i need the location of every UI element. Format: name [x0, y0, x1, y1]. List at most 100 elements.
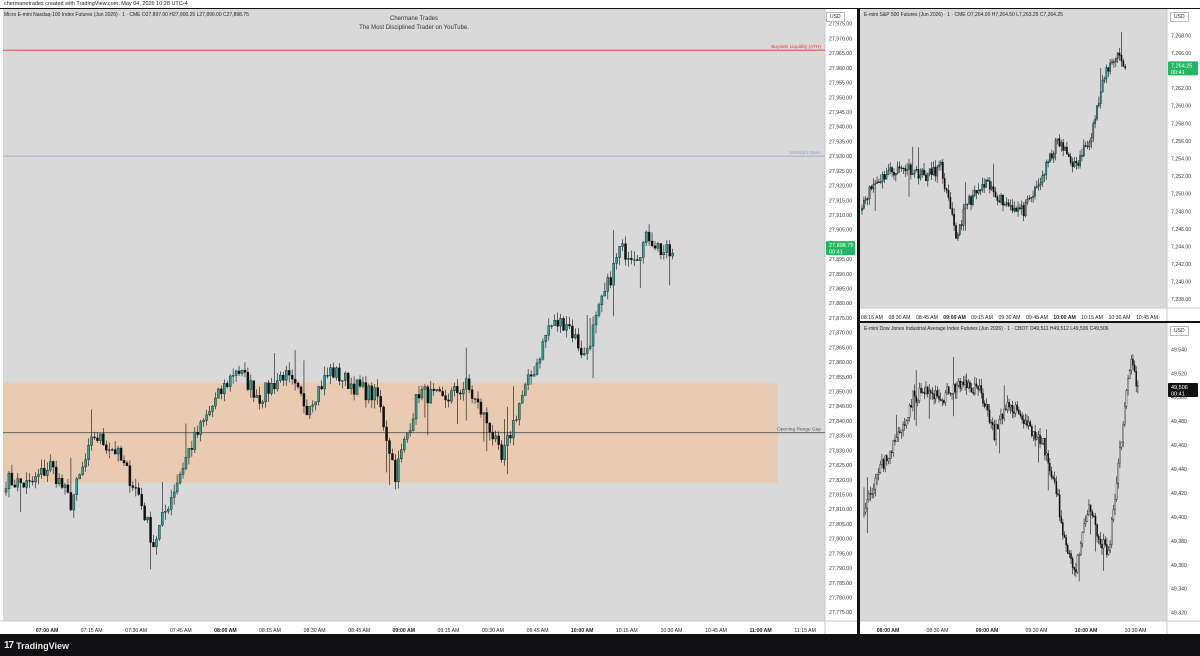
- candle-up: [1004, 203, 1006, 206]
- candle-down: [220, 388, 223, 394]
- candle-up: [234, 370, 238, 376]
- candle-up: [187, 448, 191, 458]
- candle-up: [1088, 141, 1091, 147]
- candle-down: [105, 444, 108, 451]
- candle-up: [896, 166, 899, 174]
- candle-down: [93, 436, 96, 439]
- candle-down: [1107, 67, 1110, 72]
- candle-up: [1041, 175, 1044, 183]
- y-tick-label: 27,955.00: [829, 81, 852, 87]
- candle-up: [270, 383, 273, 394]
- candle-down: [1060, 516, 1063, 523]
- candle-up: [662, 252, 666, 256]
- candle-down: [1019, 207, 1021, 210]
- candle-up: [1124, 406, 1126, 425]
- candle-down: [10, 472, 14, 486]
- y-tick-label: 7,240.00: [1171, 280, 1191, 286]
- candle-up: [4, 488, 8, 493]
- candle-down: [131, 485, 135, 488]
- candle-up: [1049, 153, 1051, 163]
- candle-up: [603, 291, 607, 297]
- x-tick-label: 09:15 AM: [971, 315, 993, 321]
- candle-up: [211, 405, 214, 412]
- x-tick-label: 09:15 AM: [437, 628, 459, 634]
- candle-up: [928, 390, 930, 394]
- y-tick-label: 49,440: [1171, 467, 1187, 473]
- candle-up: [184, 457, 188, 469]
- candle-down: [134, 487, 138, 489]
- candle-down: [870, 186, 873, 190]
- candle-down: [1118, 52, 1121, 56]
- candle-down: [529, 374, 533, 377]
- candle-down: [473, 398, 477, 400]
- y-tick-label: 7,256.00: [1171, 139, 1191, 145]
- candle-up: [547, 325, 551, 336]
- candle-up: [1024, 420, 1027, 425]
- candle-down: [996, 196, 999, 201]
- candle-down: [996, 424, 999, 430]
- nasdaq-currency-badge[interactable]: USD: [826, 12, 845, 22]
- candle-up: [906, 169, 908, 171]
- candle-down: [562, 318, 565, 331]
- candle-up: [985, 179, 987, 188]
- dow-chart-svg[interactable]: 49,320 49,340 49,360 49,380 49,400 49,420 49,4…: [860, 323, 1200, 634]
- plot-area: [860, 323, 1167, 621]
- candle-down: [891, 167, 893, 173]
- candle-up: [1060, 142, 1063, 147]
- candle-down: [432, 388, 435, 391]
- x-tick-label: 08:15 AM: [861, 315, 883, 321]
- nasdaq-chart-panel[interactable]: 27,775.00 27,780.00 27,785.00 27,790.00 27,7…: [0, 9, 857, 634]
- candle-up: [285, 370, 288, 381]
- candle-up: [1073, 161, 1076, 167]
- candle-down: [438, 389, 441, 392]
- watermark-title: Chermane Trades: [389, 16, 439, 22]
- candle-down: [998, 200, 1001, 203]
- candle-up: [894, 172, 897, 176]
- nasdaq-legend: Micro E-mini Nasdaq-100 Index Futures (J…: [4, 12, 249, 18]
- candle-up: [1005, 202, 1008, 205]
- sp500-chart-panel[interactable]: 7,238.00 7,240.00 7,242.00 7,244.00 7,246.00…: [860, 9, 1200, 321]
- candle-up: [1000, 195, 1002, 203]
- tradingview-logo[interactable]: 17 TradingView: [4, 640, 69, 651]
- x-tick-label: 10:00 AM: [1075, 628, 1098, 634]
- candle-up: [99, 433, 102, 441]
- candle-up: [1040, 443, 1043, 445]
- candle-up: [897, 431, 900, 438]
- bar-countdown: 00:41: [1171, 392, 1185, 398]
- candle-down: [459, 392, 462, 395]
- dow-currency-badge[interactable]: USD: [1170, 326, 1189, 336]
- dow-chart-panel[interactable]: 49,320 49,340 49,360 49,380 49,400 49,420 49,4…: [860, 323, 1200, 634]
- candle-down: [326, 375, 329, 377]
- candle-down: [931, 392, 934, 394]
- x-tick-label: 07:30 AM: [125, 628, 147, 634]
- candle-up: [958, 224, 961, 235]
- sp500-chart-svg[interactable]: 7,238.00 7,240.00 7,242.00 7,244.00 7,246.00…: [860, 9, 1200, 321]
- candle-up: [400, 449, 403, 460]
- candle-up: [423, 386, 427, 390]
- candle-up: [1009, 404, 1012, 408]
- candle-down: [388, 440, 391, 454]
- candle-up: [900, 429, 903, 433]
- candle-down: [898, 166, 901, 169]
- y-tick-label: 27,880.00: [829, 301, 852, 307]
- x-tick-label: 10:15 AM: [1081, 315, 1103, 321]
- candle-up: [633, 259, 636, 261]
- candle-down: [1052, 476, 1054, 479]
- candle-up: [1024, 202, 1027, 217]
- plot-area: [3, 9, 825, 621]
- candle-down: [296, 383, 300, 388]
- watermark: Chermane Trades The Most Disciplined Tra…: [314, 15, 514, 33]
- candle-down: [609, 277, 612, 286]
- candle-down: [882, 459, 885, 469]
- candle-up: [665, 244, 669, 253]
- candle-down: [358, 379, 362, 387]
- candle-down: [394, 459, 397, 482]
- nasdaq-chart-svg[interactable]: 27,775.00 27,780.00 27,785.00 27,790.00 27,7…: [0, 9, 857, 634]
- candle-up: [1081, 532, 1084, 544]
- candle-up: [205, 414, 208, 421]
- candle-up: [1137, 385, 1139, 387]
- candle-down: [1135, 371, 1137, 387]
- candle-down: [426, 386, 430, 404]
- sp500-currency-badge[interactable]: USD: [1170, 12, 1189, 22]
- candle-down: [102, 433, 105, 446]
